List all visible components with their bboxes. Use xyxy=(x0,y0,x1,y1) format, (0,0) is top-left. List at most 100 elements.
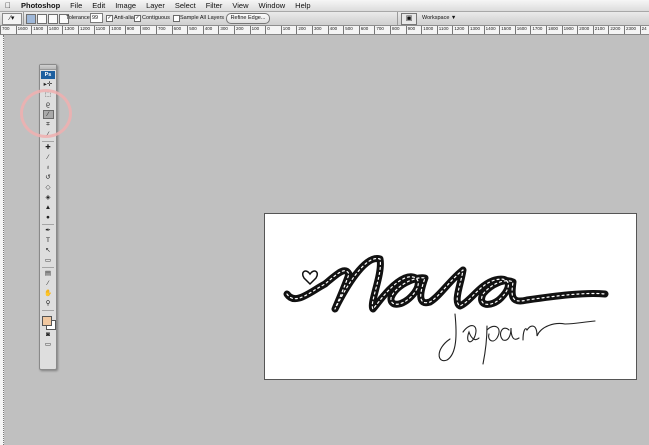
palette-icon: ▣ xyxy=(405,15,413,22)
ruler-tick: 1600 xyxy=(15,26,28,34)
ruler-tick: 2100 xyxy=(592,26,605,34)
options-bar: ⁄▾ Tolerance: 99 ✓ Anti-alias ✓ Contiguo… xyxy=(0,12,649,26)
menu-view[interactable]: View xyxy=(227,1,253,10)
shape-tool[interactable]: ▭ xyxy=(43,256,54,265)
divider xyxy=(42,267,54,268)
ruler-tick: 1200 xyxy=(452,26,464,34)
quick-mask-button[interactable]: ◙ xyxy=(43,330,54,339)
divider xyxy=(42,141,54,142)
ruler-tick: 1400 xyxy=(483,26,496,34)
move-tool[interactable]: ▸✛ xyxy=(43,80,54,89)
healing-brush-tool[interactable]: ✚ xyxy=(43,143,54,152)
new-selection-button[interactable] xyxy=(26,14,36,24)
anti-alias-checkbox[interactable]: ✓ xyxy=(106,15,113,22)
menu-layer[interactable]: Layer xyxy=(141,1,170,10)
ruler-tick: 1000 xyxy=(421,26,433,34)
handwritten-logo-image xyxy=(265,214,636,379)
ruler-tick: 1800 xyxy=(546,26,558,34)
refine-edge-button[interactable]: Refine Edge... xyxy=(226,13,270,24)
eraser-tool[interactable]: ◇ xyxy=(43,183,54,192)
menu-app-name[interactable]: Photoshop xyxy=(16,1,65,10)
ruler-tick: 24 xyxy=(639,26,647,34)
horizontal-ruler: 700 1600 1500 1400 1300 1200 1100 1000 900 800 700… xyxy=(0,26,649,35)
selection-mode-group xyxy=(26,14,69,24)
blur-tool[interactable]: ▲ xyxy=(43,203,54,212)
ruler-tick: 1200 xyxy=(78,26,90,34)
ruler-tick: 1100 xyxy=(436,26,448,34)
ruler-tick: 700 xyxy=(156,26,166,34)
menu-edit[interactable]: Edit xyxy=(87,1,110,10)
ruler-tick: 1000 xyxy=(109,26,121,34)
ruler-tick: 300 xyxy=(218,26,228,34)
screen-mode-button[interactable]: ▭ xyxy=(43,340,54,349)
ruler-tick: 200 xyxy=(296,26,306,34)
ruler-tick: 1300 xyxy=(62,26,74,34)
divider xyxy=(397,12,398,25)
divider xyxy=(42,224,54,225)
menu-bar:  Photoshop File Edit Image Layer Select… xyxy=(0,0,649,12)
zoom-tool[interactable]: ⚲ xyxy=(43,299,54,308)
palette-well-button[interactable]: ▣ xyxy=(401,13,417,25)
ruler-tick: 1100 xyxy=(93,26,105,34)
divider xyxy=(42,310,54,311)
tolerance-label: Tolerance: xyxy=(66,15,92,21)
menu-image[interactable]: Image xyxy=(110,1,141,10)
eyedropper-tool[interactable]: ⁄ xyxy=(43,279,54,288)
ruler-tick: 200 xyxy=(234,26,244,34)
foreground-color-swatch[interactable] xyxy=(42,316,52,326)
ruler-tick: 2300 xyxy=(624,26,636,34)
magic-wand-icon: ⁄▾ xyxy=(9,15,15,22)
ruler-tick: 600 xyxy=(358,26,368,34)
tolerance-input[interactable]: 99 xyxy=(90,13,103,23)
ruler-tick: 1500 xyxy=(31,26,43,34)
pen-tool[interactable]: ✒ xyxy=(43,226,54,235)
menu-filter[interactable]: Filter xyxy=(201,1,228,10)
dodge-tool[interactable]: ● xyxy=(43,213,54,222)
add-to-selection-button[interactable] xyxy=(37,14,47,24)
ruler-tick: 900 xyxy=(124,26,134,34)
ruler-tick: 400 xyxy=(327,26,337,34)
ruler-tick: 300 xyxy=(312,26,322,34)
menu-help[interactable]: Help xyxy=(290,1,315,10)
ruler-tick: 1900 xyxy=(561,26,574,34)
document-canvas[interactable] xyxy=(264,213,637,380)
ruler-tick: 1300 xyxy=(468,26,480,34)
ruler-tick: 1700 xyxy=(530,26,542,34)
sample-all-layers-checkbox[interactable] xyxy=(173,15,180,22)
menu-window[interactable]: Window xyxy=(253,1,290,10)
ruler-tick: 700 xyxy=(374,26,384,34)
ruler-tick: 1400 xyxy=(46,26,59,34)
sample-all-layers-label: Sample All Layers xyxy=(180,15,225,21)
vertical-ruler xyxy=(0,35,4,445)
photoshop-logo[interactable]: Ps xyxy=(41,71,55,79)
color-swatches xyxy=(40,313,56,330)
paint-bucket-tool[interactable]: ◈ xyxy=(43,193,54,202)
ruler-tick: 700 xyxy=(0,26,10,34)
ruler-tick: 100 xyxy=(280,26,290,34)
contiguous-label: Contiguous xyxy=(142,15,170,21)
tool-preset-picker[interactable]: ⁄▾ xyxy=(2,13,22,25)
history-brush-tool[interactable]: ↺ xyxy=(43,173,54,182)
ruler-tick: 100 xyxy=(249,26,259,34)
clone-stamp-tool[interactable]: ♁ xyxy=(43,163,54,172)
hand-tool[interactable]: ✋ xyxy=(43,289,54,298)
menu-file[interactable]: File xyxy=(65,1,87,10)
path-selection-tool[interactable]: ↖ xyxy=(43,246,54,255)
divider xyxy=(23,12,24,25)
apple-icon[interactable]:  xyxy=(0,1,16,10)
ruler-tick: 600 xyxy=(171,26,181,34)
workspace-menu[interactable]: Workspace ▼ xyxy=(422,15,456,21)
ruler-tick: 1600 xyxy=(514,26,527,34)
contiguous-checkbox[interactable]: ✓ xyxy=(134,15,141,22)
type-tool[interactable]: T xyxy=(43,236,54,245)
ruler-tick: 900 xyxy=(405,26,415,34)
tools-palette-titlebar[interactable] xyxy=(40,65,56,70)
subtract-from-selection-button[interactable] xyxy=(48,14,58,24)
brush-tool[interactable]: ⁄ xyxy=(43,153,54,162)
menu-select[interactable]: Select xyxy=(170,1,201,10)
notes-tool[interactable]: ▤ xyxy=(43,269,54,278)
ruler-tick: 800 xyxy=(140,26,150,34)
ruler-tick: 400 xyxy=(202,26,212,34)
ruler-tick: 2000 xyxy=(577,26,589,34)
highlight-circle xyxy=(20,89,72,138)
